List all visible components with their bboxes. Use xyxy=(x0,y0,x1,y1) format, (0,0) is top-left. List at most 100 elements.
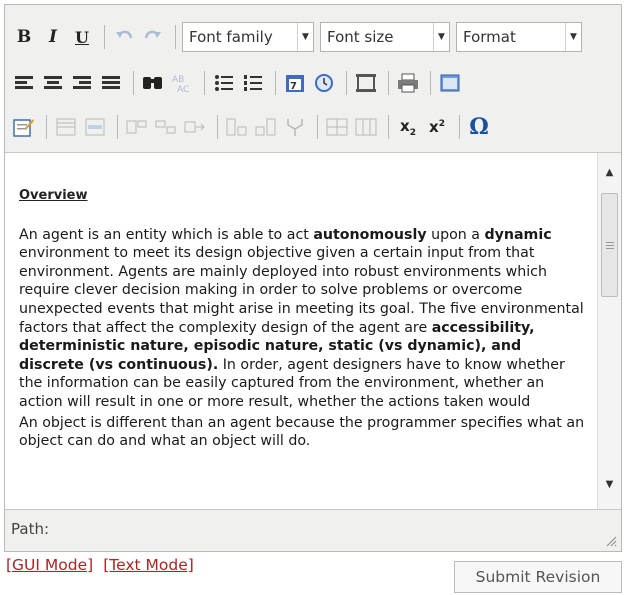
format-value: Format xyxy=(463,28,516,46)
toolbar-separator xyxy=(317,115,318,139)
editor-content-area[interactable]: Overview An agent is an entity which is … xyxy=(5,153,621,509)
numbered-list-button[interactable] xyxy=(240,69,266,97)
toolbar-separator xyxy=(46,115,47,139)
print-button[interactable] xyxy=(395,69,421,97)
table-icon xyxy=(56,118,76,136)
gui-mode-link[interactable]: [GUI Mode] xyxy=(6,556,93,574)
toolbar-separator xyxy=(133,71,134,95)
font-family-value: Font family xyxy=(189,28,273,46)
subscript-button[interactable]: x2 xyxy=(395,113,421,141)
subscript-base: x xyxy=(400,116,410,135)
font-family-select[interactable]: Font family ▼ xyxy=(182,22,314,52)
svg-text:AC: AC xyxy=(177,85,189,93)
cell-props-button[interactable] xyxy=(124,113,150,141)
resize-handle-icon[interactable] xyxy=(605,535,617,547)
toolbar-separator xyxy=(204,71,205,95)
align-left-button[interactable] xyxy=(11,69,37,97)
redo-icon xyxy=(144,30,161,39)
insert-col-icon xyxy=(226,118,247,136)
print-icon xyxy=(398,73,418,93)
bullet-list-button[interactable] xyxy=(211,69,237,97)
find-icon xyxy=(143,77,162,89)
insert-row-button[interactable] xyxy=(153,113,179,141)
undo-button[interactable] xyxy=(111,23,137,51)
format-select[interactable]: Format ▼ xyxy=(456,22,582,52)
align-right-button[interactable] xyxy=(69,69,95,97)
scroll-up-arrow-icon[interactable]: ▲ xyxy=(598,161,621,183)
align-left-icon xyxy=(15,76,33,89)
editor-document[interactable]: Overview An agent is an entity which is … xyxy=(19,187,587,505)
cell-grid-icon xyxy=(355,118,377,136)
split-cells-button[interactable] xyxy=(324,113,350,141)
toolbar-separator xyxy=(117,115,118,139)
toolbar-row-1: B I U Font family ▼ Font size ▼ Format ▼ xyxy=(11,19,588,55)
svg-text:7: 7 xyxy=(290,81,297,92)
split-cells-icon xyxy=(326,118,348,136)
numbered-list-icon xyxy=(244,75,262,91)
merge-cells-button[interactable] xyxy=(282,113,308,141)
horizontal-rule-button[interactable] xyxy=(353,69,379,97)
cell-grid-button[interactable] xyxy=(353,113,379,141)
paragraph: An object is different than an agent bec… xyxy=(19,414,585,450)
delete-col-icon xyxy=(255,118,276,136)
cell-props-icon xyxy=(126,120,147,134)
replace-icon: ABAC xyxy=(172,75,189,93)
align-center-icon xyxy=(44,76,62,89)
bold-text-run: autonomously xyxy=(313,226,427,243)
row-props-button[interactable] xyxy=(82,113,108,141)
editor-statusbar: Path: xyxy=(5,509,621,551)
font-size-select[interactable]: Font size ▼ xyxy=(320,22,450,52)
superscript-mark: 2 xyxy=(438,119,445,129)
bold-button[interactable]: B xyxy=(11,23,37,51)
toolbar-separator xyxy=(346,71,347,95)
toolbar-separator xyxy=(388,115,389,139)
text-run: upon a xyxy=(426,226,485,243)
justify-button[interactable] xyxy=(98,69,124,97)
toolbar-separator xyxy=(275,71,276,95)
superscript-button[interactable]: x2 xyxy=(424,113,450,141)
align-center-button[interactable] xyxy=(40,69,66,97)
text-mode-link[interactable]: [Text Mode] xyxy=(103,556,194,574)
insert-time-button[interactable] xyxy=(311,69,337,97)
delete-col-button[interactable] xyxy=(253,113,279,141)
rich-text-editor: B I U Font family ▼ Font size ▼ Format ▼ xyxy=(4,4,622,552)
mode-links: [GUI Mode] [Text Mode] xyxy=(6,556,204,574)
row-props-icon xyxy=(85,118,105,136)
delete-row-button[interactable] xyxy=(182,113,208,141)
italic-button[interactable]: I xyxy=(40,23,66,51)
bullet-list-icon xyxy=(215,75,233,91)
replace-button[interactable]: AB AC xyxy=(169,69,195,97)
insert-date-button[interactable]: 7 xyxy=(282,69,308,97)
justify-icon xyxy=(102,76,120,89)
redo-button[interactable] xyxy=(140,23,166,51)
section-heading: Overview xyxy=(19,188,88,203)
font-size-value: Font size xyxy=(327,28,394,46)
fullscreen-button[interactable] xyxy=(437,69,463,97)
grip-icon xyxy=(605,241,614,249)
insert-date-icon: 7 xyxy=(286,75,304,92)
insert-col-button[interactable] xyxy=(224,113,250,141)
chevron-down-icon: ▼ xyxy=(297,23,313,51)
table-button[interactable] xyxy=(53,113,79,141)
scroll-down-arrow-icon[interactable]: ▼ xyxy=(598,473,621,495)
merge-cells-icon xyxy=(287,119,303,136)
special-char-button[interactable]: Ω xyxy=(466,113,492,141)
bold-text-run: dynamic xyxy=(484,226,552,243)
bold-icon: B xyxy=(16,27,32,47)
find-button[interactable] xyxy=(140,69,166,97)
toolbar-row-2: AB AC 7 xyxy=(11,65,466,101)
svg-text:AB: AB xyxy=(172,75,184,85)
submit-revision-button[interactable]: Submit Revision xyxy=(454,561,622,593)
horizontal-rule-icon xyxy=(356,74,376,92)
chevron-down-icon: ▼ xyxy=(565,23,581,51)
underline-icon: U xyxy=(75,27,89,47)
undo-icon xyxy=(116,30,133,39)
toolbar-row-3: x2 x2 Ω xyxy=(11,109,495,145)
scroll-thumb[interactable] xyxy=(601,193,618,297)
underline-button[interactable]: U xyxy=(69,23,95,51)
toolbar-separator xyxy=(430,71,431,95)
vertical-scrollbar[interactable]: ▲ ▼ xyxy=(597,153,621,509)
edit-html-button[interactable] xyxy=(11,113,37,141)
toolbar-separator xyxy=(459,115,460,139)
text-run: An agent is an entity which is able to a… xyxy=(19,226,314,243)
